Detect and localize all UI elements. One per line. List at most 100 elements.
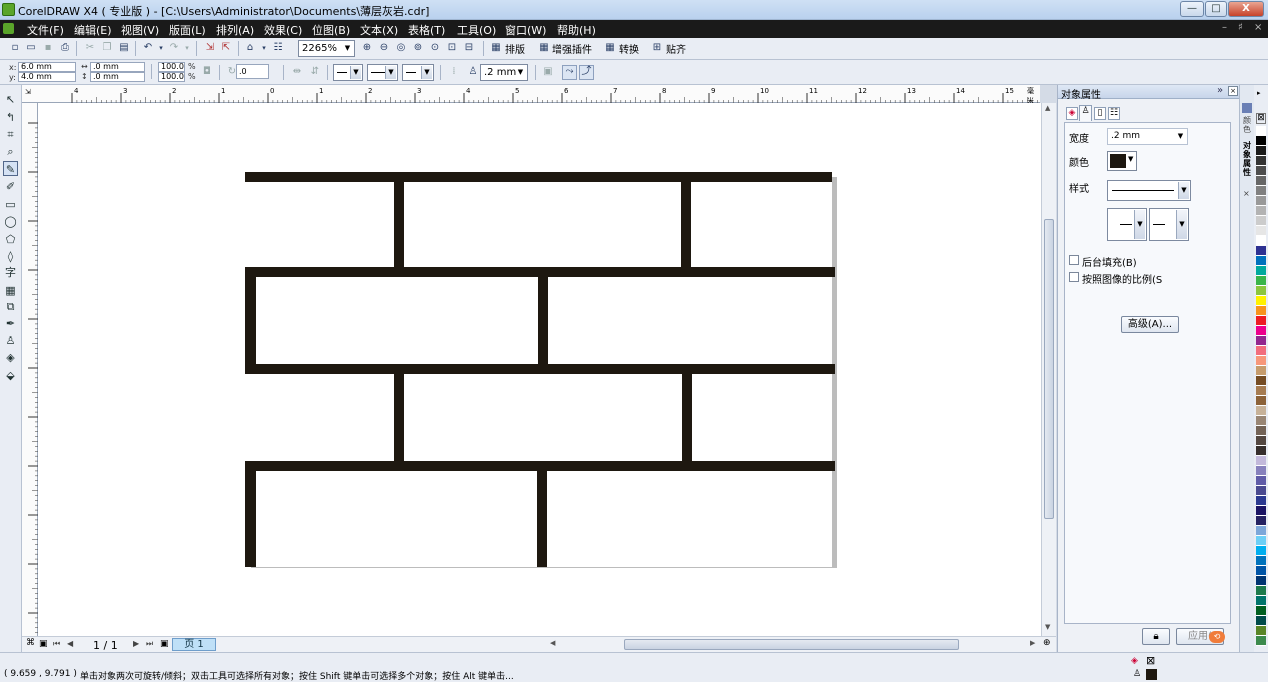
insert-page-before-icon[interactable]: ▣ — [39, 639, 48, 649]
palette-color-swatch[interactable] — [1256, 516, 1266, 526]
layout-plugin-icon[interactable]: ▦ — [490, 42, 502, 54]
zoom-selected-icon[interactable]: ◎ — [395, 42, 407, 54]
scale-x-field[interactable]: 100.0 — [158, 62, 185, 72]
palette-color-swatch[interactable] — [1256, 486, 1266, 496]
object-height-field[interactable]: .0 mm — [90, 72, 145, 82]
docker-expand-icon[interactable]: » — [1217, 85, 1223, 96]
palette-color-swatch[interactable] — [1256, 436, 1266, 446]
vertical-scroll-thumb[interactable] — [1044, 219, 1054, 519]
palette-color-swatch[interactable] — [1256, 386, 1266, 396]
palette-color-swatch[interactable] — [1256, 616, 1266, 626]
brick-pattern-drawing[interactable] — [245, 172, 835, 567]
copy-icon[interactable]: ❐ — [101, 42, 113, 54]
outline-color-picker[interactable]: ▼ — [1107, 151, 1137, 171]
redo-icon[interactable]: ↷ — [168, 42, 180, 54]
palette-color-swatch[interactable] — [1256, 346, 1266, 356]
color-dropdown-icon[interactable]: ▼ — [1128, 155, 1133, 163]
palette-color-swatch[interactable] — [1256, 196, 1266, 206]
lock-ratio-icon[interactable]: ◘ — [201, 66, 213, 78]
palette-color-swatch[interactable] — [1256, 466, 1266, 476]
palette-color-swatch[interactable] — [1256, 546, 1266, 556]
convert-button[interactable]: 转换 — [619, 41, 639, 56]
docker-close-icon[interactable]: × — [1228, 86, 1238, 96]
mdi-close-button[interactable]: × — [1254, 22, 1262, 33]
palette-color-swatch[interactable] — [1256, 156, 1266, 166]
outline-width-dropdown[interactable]: .2 mm ▼ — [480, 64, 528, 81]
palette-color-swatch[interactable] — [1256, 296, 1266, 306]
palette-color-swatch[interactable] — [1256, 226, 1266, 236]
first-page-icon[interactable]: ⏮ — [53, 639, 60, 649]
palette-color-swatch[interactable] — [1256, 136, 1266, 146]
ruler-origin-icon[interactable]: ⇲ — [25, 88, 31, 96]
text-wrap-icon[interactable]: ⁞ — [448, 66, 460, 78]
lock-button[interactable]: 🔒︎ — [1142, 628, 1170, 645]
mirror-vertical-icon[interactable]: ⇵ — [309, 66, 321, 78]
menu-window[interactable]: 窗口(W) — [505, 22, 546, 38]
paste-icon[interactable]: ▤ — [118, 42, 130, 54]
palette-color-swatch[interactable] — [1256, 336, 1266, 346]
menu-tools[interactable]: 工具(O) — [457, 22, 496, 38]
palette-color-swatch[interactable] — [1256, 566, 1266, 576]
menu-file[interactable]: 文件(F) — [27, 22, 64, 38]
menu-text[interactable]: 文本(X) — [360, 22, 398, 38]
print-icon[interactable]: ⎙ — [59, 42, 71, 54]
brick-mortar-line[interactable] — [245, 172, 832, 182]
palette-color-swatch[interactable] — [1256, 456, 1266, 466]
convert-to-curves-icon[interactable]: ⤳ — [562, 65, 577, 80]
object-width-field[interactable]: .0 mm — [90, 62, 145, 72]
line-style-select[interactable]: ▼ — [1107, 180, 1191, 201]
start-arrowhead-dropdown[interactable]: ▼ — [333, 64, 363, 81]
outline-width-select[interactable]: .2 mm ▼ — [1107, 128, 1188, 145]
zoom-page-icon[interactable]: ⊙ — [429, 42, 441, 54]
end-arrow-select[interactable]: ▼ — [1149, 208, 1189, 241]
menu-help[interactable]: 帮助(H) — [557, 22, 596, 38]
advanced-button[interactable]: 高级(A)... — [1121, 316, 1179, 333]
mirror-horizontal-icon[interactable]: ⇹ — [291, 66, 303, 78]
smart-fill-tool-icon[interactable]: ✐ — [3, 179, 18, 194]
zoom-out-icon[interactable]: ⊖ — [378, 42, 390, 54]
palette-color-swatch[interactable] — [1256, 476, 1266, 486]
palette-color-swatch[interactable] — [1256, 376, 1266, 386]
side-tab-close-icon[interactable]: × — [1243, 189, 1250, 198]
rotation-angle-field[interactable]: .0 — [236, 64, 269, 79]
end-arrowhead-dropdown[interactable]: ▼ — [402, 64, 434, 81]
next-page-icon[interactable]: ▶ — [133, 639, 139, 648]
to-front-icon[interactable]: ▣ — [542, 66, 554, 78]
palette-color-swatch[interactable] — [1256, 396, 1266, 406]
welcome-icon[interactable]: ☷ — [272, 42, 284, 54]
palette-color-swatch[interactable] — [1256, 176, 1266, 186]
text-tool-icon[interactable]: 字 — [3, 265, 18, 280]
brick-mortar-line[interactable] — [394, 369, 404, 465]
horizontal-ruler[interactable]: ⇲ 4321012345678910111213141516 毫米 — [22, 85, 1040, 105]
application-launcher-icon[interactable]: ⌂ — [244, 42, 256, 54]
palette-color-swatch[interactable] — [1256, 146, 1266, 156]
palette-color-swatch[interactable] — [1256, 446, 1266, 456]
color-docker-tab[interactable]: 颜色 — [1241, 116, 1253, 134]
brick-mortar-line[interactable] — [245, 267, 256, 374]
palette-color-swatch[interactable] — [1256, 406, 1266, 416]
scroll-up-icon[interactable]: ▲ — [1045, 104, 1050, 112]
palette-color-swatch[interactable] — [1256, 186, 1266, 196]
outline-tool-icon[interactable]: ♙ — [3, 333, 18, 348]
import-icon[interactable]: ⇲ — [204, 42, 216, 54]
launcher-dropdown-icon[interactable]: ▾ — [258, 42, 270, 54]
palette-color-swatch[interactable] — [1256, 286, 1266, 296]
convert-icon[interactable]: ▦ — [604, 42, 616, 54]
export-icon[interactable]: ⇱ — [220, 42, 232, 54]
brick-mortar-line[interactable] — [537, 466, 547, 567]
interactive-fill-tool-icon[interactable]: ⬙ — [3, 368, 18, 383]
zoom-view-icon[interactable]: ⊕ — [1043, 638, 1051, 648]
apply-sync-icon[interactable]: ⟲ — [1209, 631, 1225, 643]
menu-view[interactable]: 视图(V) — [121, 22, 159, 38]
shape-tool-icon[interactable]: ↰ — [3, 110, 18, 125]
close-button[interactable]: X — [1228, 1, 1264, 17]
palette-color-swatch[interactable] — [1256, 266, 1266, 276]
palette-color-swatch[interactable] — [1256, 356, 1266, 366]
scroll-left-icon[interactable]: ◀ — [550, 639, 555, 647]
pick-tool-icon[interactable]: ↖ — [3, 92, 18, 107]
brick-mortar-line[interactable] — [245, 461, 256, 567]
zoom-level-dropdown[interactable]: 2265% ▼ — [298, 40, 355, 57]
palette-color-swatch[interactable] — [1256, 236, 1266, 246]
palette-color-swatch[interactable] — [1256, 626, 1266, 636]
palette-color-swatch[interactable] — [1256, 366, 1266, 376]
